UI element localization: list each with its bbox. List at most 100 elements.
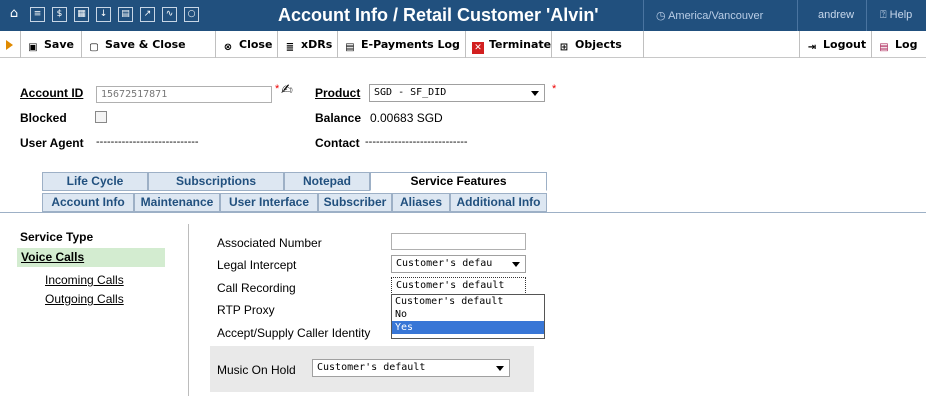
- blocked-checkbox[interactable]: [95, 111, 107, 123]
- service-type-heading: Service Type: [20, 230, 94, 244]
- play-icon[interactable]: [6, 40, 13, 50]
- music-on-hold-panel: Music On Hold Customer's default: [210, 346, 534, 392]
- dropdown-option[interactable]: No: [392, 308, 544, 321]
- tab-notepad[interactable]: Notepad: [284, 172, 370, 191]
- grid-icon[interactable]: ▦: [74, 7, 89, 22]
- sidebar-item-outgoing-calls[interactable]: Outgoing Calls: [45, 292, 124, 306]
- associated-number-label: Associated Number: [217, 236, 322, 250]
- objects-button[interactable]: ⊞ Objects: [552, 31, 644, 58]
- log-icon: ▤: [345, 42, 355, 53]
- chevron-down-icon: [531, 91, 539, 96]
- save-close-button[interactable]: ▢ Save & Close: [82, 31, 216, 58]
- tab-subscriber[interactable]: Subscriber: [318, 193, 392, 212]
- call-recording-dropdown[interactable]: Customer's default No Yes: [391, 294, 545, 339]
- list-icon[interactable]: ≡: [30, 7, 45, 22]
- tab-subscriptions[interactable]: Subscriptions: [148, 172, 284, 191]
- rtp-proxy-label: RTP Proxy: [217, 303, 275, 317]
- contact-label: Contact: [315, 136, 360, 150]
- account-id-field[interactable]: 15672517871: [96, 86, 272, 103]
- page-title: Account Info / Retail Customer 'Alvin': [278, 5, 599, 25]
- export-icon[interactable]: ↗: [140, 7, 155, 22]
- required-mark: *: [552, 83, 557, 95]
- contact-value: ----------------------------: [365, 136, 468, 148]
- home-icon[interactable]: ⌂: [6, 6, 22, 22]
- close-label: Close: [239, 38, 273, 51]
- objects-icon: ⊞: [559, 42, 569, 53]
- close-icon: ⊗: [223, 42, 233, 53]
- chevron-down-icon: [512, 262, 520, 267]
- tab-service-features[interactable]: Service Features: [370, 172, 547, 191]
- stack-icon[interactable]: ▤: [118, 7, 133, 22]
- logout-button[interactable]: ⇥ Logout: [799, 31, 872, 58]
- username-link[interactable]: andrew: [818, 9, 854, 21]
- help-label: Help: [889, 9, 913, 21]
- dropdown-option[interactable]: Customer's default: [392, 295, 544, 308]
- music-on-hold-select[interactable]: Customer's default: [312, 359, 510, 377]
- sidebar-divider: [188, 224, 189, 396]
- user-agent-value: ----------------------------: [96, 136, 199, 148]
- epayments-log-button[interactable]: ▤ E-Payments Log: [338, 31, 466, 58]
- logout-icon: ⇥: [807, 42, 817, 53]
- tab-additional-info[interactable]: Additional Info: [450, 193, 547, 212]
- product-select[interactable]: SGD - SF_DID: [369, 84, 545, 102]
- edit-pencil-icon[interactable]: ✍: [281, 82, 293, 98]
- call-recording-value: Customer's default: [396, 280, 505, 291]
- divider: [866, 0, 867, 31]
- help-link[interactable]: ⍰ Help: [880, 9, 912, 22]
- save-close-label: Save & Close: [105, 38, 186, 51]
- chevron-down-icon: [496, 366, 504, 371]
- terminate-button[interactable]: ✕ Terminate: [466, 31, 552, 58]
- search-icon[interactable]: ○: [184, 7, 199, 22]
- sidebar-item-incoming-calls[interactable]: Incoming Calls: [45, 273, 124, 287]
- timezone-link[interactable]: ◷ America/Vancouver: [656, 9, 763, 22]
- tab-maintenance[interactable]: Maintenance: [134, 193, 220, 212]
- divider: [643, 0, 644, 31]
- xdrs-button[interactable]: ≣ xDRs: [278, 31, 338, 58]
- floppy-close-icon: ▢: [89, 42, 99, 53]
- legal-intercept-label: Legal Intercept: [217, 258, 297, 272]
- timezone-label: America/Vancouver: [668, 10, 764, 22]
- balance-value: 0.00683 SGD: [370, 111, 443, 125]
- divider: [797, 0, 798, 31]
- objects-label: Objects: [575, 38, 622, 51]
- dollar-icon[interactable]: $: [52, 7, 67, 22]
- associated-number-field[interactable]: [391, 233, 526, 250]
- product-label[interactable]: Product: [315, 86, 360, 100]
- required-mark: *: [275, 83, 280, 95]
- log-label: Log: [895, 38, 918, 51]
- legal-intercept-value: Customer's defau: [396, 258, 493, 269]
- tab-account-info[interactable]: Account Info: [42, 193, 134, 212]
- floppy-icon: ▣: [28, 42, 38, 53]
- sidebar-item-voice-calls[interactable]: Voice Calls: [17, 248, 165, 267]
- balance-label: Balance: [315, 111, 362, 125]
- logout-label: Logout: [823, 38, 867, 51]
- xdrs-label: xDRs: [301, 38, 333, 51]
- blocked-label: Blocked: [20, 111, 67, 125]
- call-recording-select[interactable]: Customer's default: [391, 277, 526, 295]
- terminate-label: Terminate: [489, 38, 552, 51]
- log-button[interactable]: ▤ Log: [872, 31, 926, 58]
- save-label: Save: [44, 38, 74, 51]
- account-id-label[interactable]: Account ID: [20, 86, 83, 100]
- log-book-icon: ▤: [879, 42, 889, 53]
- dropdown-option-selected[interactable]: Yes: [392, 321, 544, 334]
- tab-user-interface[interactable]: User Interface: [220, 193, 318, 212]
- chart-icon[interactable]: ∿: [162, 7, 177, 22]
- epayments-label: E-Payments Log: [361, 38, 460, 51]
- product-value: SGD - SF_DID: [374, 87, 447, 98]
- tab-life-cycle[interactable]: Life Cycle: [42, 172, 148, 191]
- caller-identity-label: Accept/Supply Caller Identity: [217, 326, 371, 340]
- call-recording-label: Call Recording: [217, 281, 296, 295]
- terminate-icon: ✕: [472, 42, 484, 54]
- user-agent-label: User Agent: [20, 136, 84, 150]
- music-on-hold-label: Music On Hold: [217, 363, 296, 377]
- close-button[interactable]: ⊗ Close: [216, 31, 278, 58]
- title-bar: ⌂ ≡ $ ▦ ↓ ▤ ↗ ∿ ○ Account Info / Retail …: [0, 0, 926, 31]
- tab-aliases[interactable]: Aliases: [392, 193, 450, 212]
- tab-strip-border: [0, 212, 926, 213]
- legal-intercept-select[interactable]: Customer's defau: [391, 255, 526, 273]
- report-icon: ≣: [285, 42, 295, 53]
- download-icon[interactable]: ↓: [96, 7, 111, 22]
- save-button[interactable]: ▣ Save: [20, 31, 82, 58]
- toolbar: ▣ Save ▢ Save & Close ⊗ Close ≣ xDRs ▤ E-Paym…: [0, 31, 926, 58]
